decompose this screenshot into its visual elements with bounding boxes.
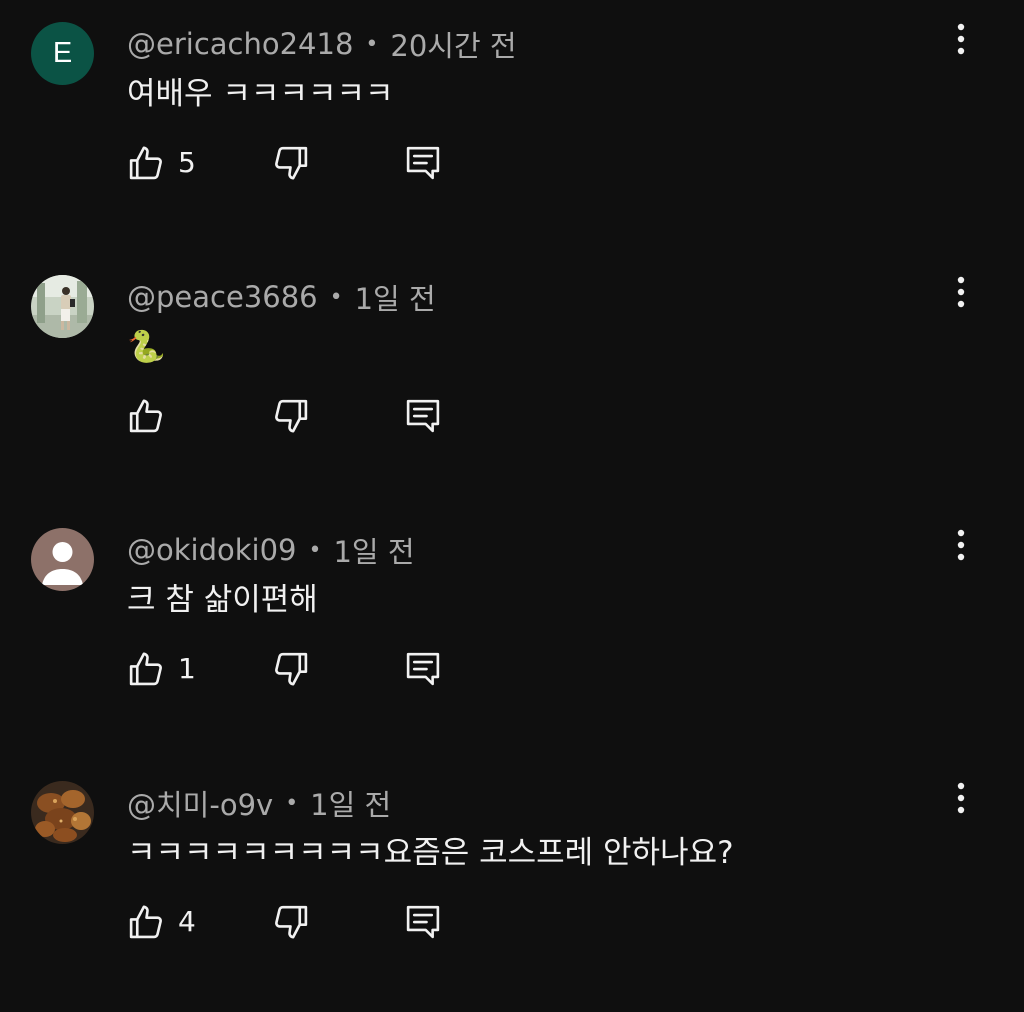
avatar[interactable]: E (31, 22, 94, 85)
comment-item: @치미-o9v • 1일 전 ㅋㅋㅋㅋㅋㅋㅋㅋㅋ요즘은 코스프레 안하나요? 4 (0, 759, 1024, 1012)
comment-reply-icon (406, 399, 440, 433)
comment-meta: @okidoki09 • 1일 전 (127, 530, 415, 570)
comment-text: 🐍 (127, 329, 166, 365)
comment-item: @peace3686 • 1일 전 🐍 (0, 253, 1024, 506)
author-name[interactable]: @peace3686 (127, 280, 318, 314)
meta-separator: • (285, 790, 299, 816)
reply-button[interactable] (402, 648, 444, 690)
thumb-up-icon (129, 905, 162, 939)
like-button[interactable] (125, 901, 167, 943)
comment-reply-icon (406, 652, 440, 686)
more-options-button[interactable] (940, 14, 982, 64)
avatar[interactable] (31, 528, 94, 591)
like-button[interactable] (125, 648, 167, 690)
dislike-button[interactable] (270, 901, 312, 943)
more-options-button[interactable] (940, 267, 982, 317)
comment-time[interactable]: 1일 전 (310, 782, 391, 824)
default-avatar-icon (31, 528, 94, 591)
comment-actions: 5 (0, 138, 600, 188)
reply-button[interactable] (402, 142, 444, 184)
comment-reply-icon (406, 905, 440, 939)
author-name[interactable]: @치미-o9v (127, 782, 273, 824)
author-name[interactable]: @ericacho2418 (127, 27, 353, 61)
comment-item: @okidoki09 • 1일 전 크 참 삶이편해 1 (0, 506, 1024, 759)
reply-button[interactable] (402, 395, 444, 437)
like-button[interactable] (125, 142, 167, 184)
comment-actions (0, 391, 600, 441)
comment-actions: 1 (0, 644, 600, 694)
thumb-down-icon (275, 399, 308, 433)
comment-text: 크 참 삶이편해 (127, 582, 318, 618)
meta-separator: • (365, 31, 379, 57)
comment-text: 여배우 ㅋㅋㅋㅋㅋㅋ (127, 76, 394, 112)
avatar-photo (31, 781, 94, 844)
like-button[interactable] (125, 395, 167, 437)
like-count: 1 (178, 652, 196, 685)
thumb-down-icon (275, 146, 308, 180)
comment-text: ㅋㅋㅋㅋㅋㅋㅋㅋㅋ요즘은 코스프레 안하나요? (127, 835, 734, 871)
meta-separator: • (308, 537, 322, 563)
comment-meta: @peace3686 • 1일 전 (127, 277, 436, 317)
thumb-down-icon (275, 652, 308, 686)
more-vert-icon (957, 23, 965, 55)
more-vert-icon (957, 276, 965, 308)
avatar[interactable] (31, 275, 94, 338)
meta-separator: • (329, 284, 343, 310)
dislike-button[interactable] (270, 648, 312, 690)
more-vert-icon (957, 782, 965, 814)
comment-meta: @ericacho2418 • 20시간 전 (127, 24, 517, 64)
comment-time[interactable]: 20시간 전 (390, 23, 516, 65)
like-count: 4 (178, 905, 196, 938)
author-name[interactable]: @okidoki09 (127, 533, 297, 567)
comment-actions: 4 (0, 897, 600, 947)
comment-item: E @ericacho2418 • 20시간 전 여배우 ㅋㅋㅋㅋㅋㅋ 5 (0, 0, 1024, 253)
more-options-button[interactable] (940, 520, 982, 570)
thumb-up-icon (129, 146, 162, 180)
comment-reply-icon (406, 146, 440, 180)
thumb-up-icon (129, 652, 162, 686)
avatar-photo (31, 275, 94, 338)
comment-time[interactable]: 1일 전 (333, 529, 414, 571)
reply-button[interactable] (402, 901, 444, 943)
avatar[interactable] (31, 781, 94, 844)
comment-time[interactable]: 1일 전 (355, 276, 436, 318)
dislike-button[interactable] (270, 395, 312, 437)
like-count: 5 (178, 146, 196, 179)
thumb-down-icon (275, 905, 308, 939)
comment-meta: @치미-o9v • 1일 전 (127, 783, 391, 823)
more-vert-icon (957, 529, 965, 561)
thumb-up-icon (129, 399, 162, 433)
more-options-button[interactable] (940, 773, 982, 823)
dislike-button[interactable] (270, 142, 312, 184)
